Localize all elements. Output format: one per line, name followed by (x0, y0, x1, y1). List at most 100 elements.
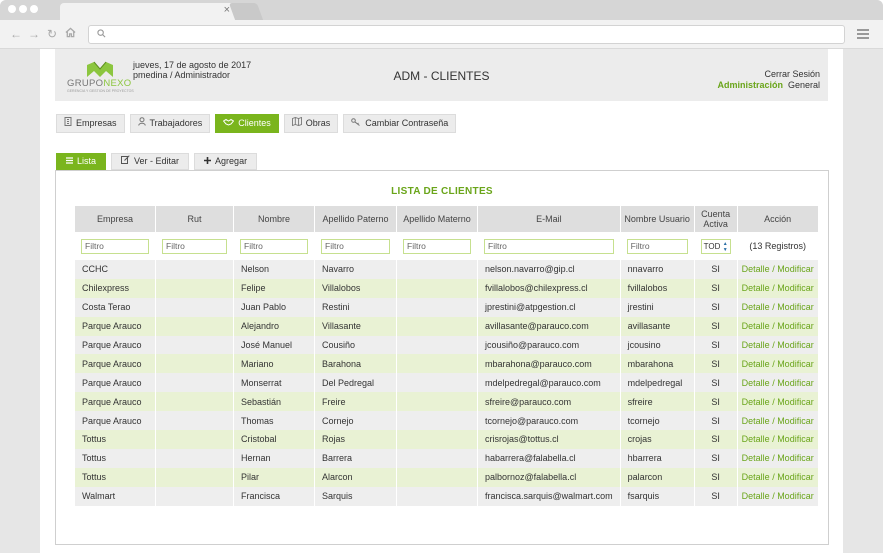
table-row: Chilexpress Felipe Villalobos fvillalobos@c… (75, 278, 818, 298)
cell-usuario: fsarquis (620, 486, 694, 506)
col-cuenta-activa[interactable]: Cuenta Activa (694, 206, 737, 232)
cell-apellido-materno (397, 260, 477, 279)
browser-menu-icon[interactable] (857, 29, 869, 41)
cell-apellido-materno (397, 467, 477, 487)
cell-usuario: nnavarro (620, 260, 694, 279)
filter-apellido-materno-input[interactable] (403, 238, 471, 254)
tab-agregar[interactable]: Agregar (194, 153, 258, 170)
cell-empresa: Parque Arauco (75, 354, 155, 374)
cell-apellido-paterno: Cornejo (315, 411, 396, 431)
table-row: Parque Arauco José Manuel Cousiño jcousiño@… (75, 335, 818, 355)
detail-modify-link[interactable]: Detalle / Modificar (737, 430, 818, 449)
cell-empresa: Parque Arauco (75, 316, 155, 336)
list-title: LISTA DE CLIENTES (391, 186, 493, 197)
detail-modify-link[interactable]: Detalle / Modificar (737, 467, 818, 487)
reload-icon[interactable]: ↻ (47, 27, 57, 41)
detail-modify-link[interactable]: Detalle / Modificar (737, 335, 818, 355)
nav-cambiar-contrasena[interactable]: Cambiar Contraseña (343, 114, 457, 133)
cell-email: palbornoz@falabella.cl (478, 467, 620, 487)
cell-email: tcornejo@parauco.com (478, 411, 620, 431)
app-header: GRUPONEXO GERENCIA Y GESTION DE PROYECTO… (55, 49, 828, 101)
filter-usuario-input[interactable] (626, 238, 688, 254)
table-row: Costa Terao Juan Pablo Restini jprestini@at… (75, 297, 818, 317)
cell-email: fvillalobos@chilexpress.cl (478, 278, 620, 298)
cell-nombre: Cristobal (234, 430, 314, 449)
map-icon (291, 115, 302, 132)
table-header-row: Empresa Rut Nombre Apellido Paterno Apel… (75, 206, 818, 232)
cell-email: nelson.navarro@gip.cl (478, 260, 620, 279)
cell-apellido-materno (397, 354, 477, 374)
cell-apellido-materno (397, 297, 477, 317)
cell-apellido-paterno: Navarro (315, 260, 396, 279)
table-row: Parque Arauco Monserrat Del Pedregal mdelpe… (75, 373, 818, 393)
filter-empresa-input[interactable] (81, 238, 149, 254)
detail-modify-link[interactable]: Detalle / Modificar (737, 316, 818, 336)
cell-cuenta-activa: SI (694, 392, 737, 412)
clients-panel: LISTA DE CLIENTES Empresa Rut Nombre Ape… (55, 170, 829, 545)
general-link[interactable]: General (788, 80, 820, 90)
forward-icon[interactable]: → (28, 27, 40, 41)
col-empresa[interactable]: Empresa (75, 206, 155, 232)
col-rut[interactable]: Rut (156, 206, 233, 232)
tab-ver-editar[interactable]: Ver - Editar (111, 153, 190, 170)
detail-modify-link[interactable]: Detalle / Modificar (737, 354, 818, 374)
detail-modify-link[interactable]: Detalle / Modificar (737, 278, 818, 298)
nav-clientes[interactable]: Clientes (215, 114, 279, 133)
cell-apellido-materno (397, 411, 477, 431)
cell-rut (156, 373, 233, 393)
cell-empresa: Parque Arauco (75, 411, 155, 431)
cell-nombre: Hernan (234, 448, 314, 468)
nav-trabajadores[interactable]: Trabajadores (129, 114, 211, 133)
detail-modify-link[interactable]: Detalle / Modificar (737, 297, 818, 317)
page-title: ADM - CLIENTES (393, 69, 490, 83)
cell-apellido-materno (397, 430, 477, 449)
list-icon (66, 154, 73, 169)
detail-modify-link[interactable]: Detalle / Modificar (737, 411, 818, 431)
logout-link[interactable]: Cerrar Sesión (764, 69, 820, 79)
window-close-dot[interactable] (8, 5, 16, 13)
cell-cuenta-activa: SI (694, 278, 737, 298)
cell-email: jcousiño@parauco.com (478, 335, 620, 355)
detail-modify-link[interactable]: Detalle / Modificar (737, 260, 818, 279)
table-row: Parque Arauco Thomas Cornejo tcornejo@parau… (75, 411, 818, 431)
filter-activa-select[interactable]: TOD ▲ ▼ (700, 238, 731, 254)
back-icon[interactable]: ← (10, 27, 22, 41)
cell-email: crisrojas@tottus.cl (478, 430, 620, 449)
cell-apellido-paterno: Cousiño (315, 335, 396, 355)
nav-empresas[interactable]: Empresas (56, 114, 125, 133)
cell-rut (156, 467, 233, 487)
window-minimize-dot[interactable] (19, 5, 27, 13)
cell-apellido-materno (397, 316, 477, 336)
new-tab-button[interactable] (228, 3, 264, 20)
cell-apellido-materno (397, 392, 477, 412)
address-bar[interactable] (88, 25, 845, 44)
cell-apellido-paterno: Sarquis (315, 486, 396, 506)
detail-modify-link[interactable]: Detalle / Modificar (737, 448, 818, 468)
col-apellido-paterno[interactable]: Apellido Paterno (315, 206, 396, 232)
cell-empresa: Tottus (75, 448, 155, 468)
nav-obras[interactable]: Obras (283, 114, 339, 133)
home-icon[interactable] (65, 27, 76, 41)
detail-modify-link[interactable]: Detalle / Modificar (737, 373, 818, 393)
browser-tab[interactable]: × (60, 3, 238, 20)
section-links: Administración General (717, 80, 820, 90)
detail-modify-link[interactable]: Detalle / Modificar (737, 392, 818, 412)
cell-apellido-paterno: Alarcon (315, 467, 396, 487)
filter-nombre-input[interactable] (240, 238, 308, 254)
tab-lista[interactable]: Lista (56, 153, 107, 170)
cell-rut (156, 448, 233, 468)
cell-nombre: Thomas (234, 411, 314, 431)
window-maximize-dot[interactable] (30, 5, 38, 13)
col-nombre-usuario[interactable]: Nombre Usuario (620, 206, 694, 232)
col-nombre[interactable]: Nombre (234, 206, 314, 232)
cell-apellido-paterno: Freire (315, 392, 396, 412)
cell-rut (156, 392, 233, 412)
filter-email-input[interactable] (484, 238, 614, 254)
col-email[interactable]: E-Mail (478, 206, 620, 232)
filter-apellido-paterno-input[interactable] (321, 238, 390, 254)
detail-modify-link[interactable]: Detalle / Modificar (737, 486, 818, 506)
filter-rut-input[interactable] (162, 238, 227, 254)
admin-link[interactable]: Administración (717, 80, 783, 90)
main-nav: Empresas Trabajadores Clientes Obras Cam… (56, 114, 461, 134)
col-apellido-materno[interactable]: Apellido Materno (397, 206, 477, 232)
